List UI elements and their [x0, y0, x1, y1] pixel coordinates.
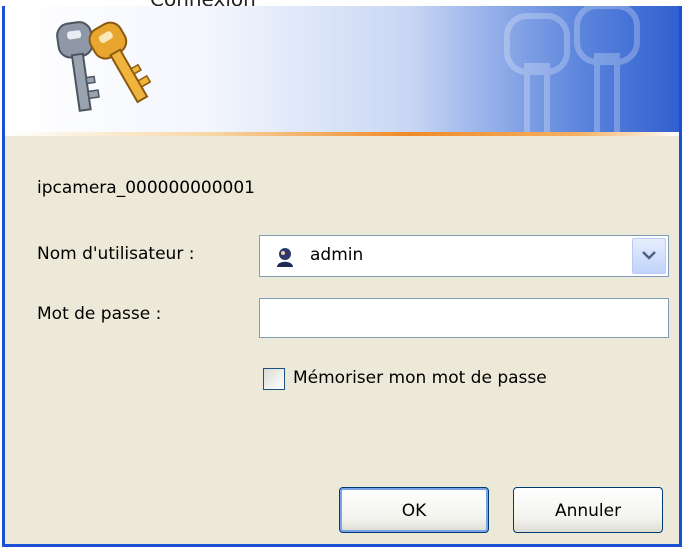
password-input[interactable] [259, 298, 669, 338]
dialog-banner [5, 6, 679, 132]
keys-watermark-icon [504, 6, 640, 132]
cancel-button[interactable]: Annuler [513, 487, 663, 533]
keys-icon [56, 21, 151, 112]
remember-password-checkbox[interactable] [263, 368, 285, 390]
user-icon [277, 248, 293, 267]
ok-button[interactable]: OK [339, 487, 489, 533]
username-dropdown-button[interactable] [632, 238, 666, 274]
realm-text: ipcamera_000000000001 [37, 178, 255, 198]
username-combobox[interactable]: admin [259, 235, 669, 277]
username-label: Nom d'utilisateur : [37, 244, 195, 264]
username-value: admin [310, 245, 364, 265]
chevron-down-icon [642, 251, 656, 260]
remember-password-label[interactable]: Mémoriser mon mot de passe [293, 368, 547, 388]
password-label: Mot de passe : [37, 304, 162, 324]
banner-accent-line [5, 132, 679, 136]
login-dialog: ipcamera_000000000001 Nom d'utilisateur … [2, 6, 682, 547]
